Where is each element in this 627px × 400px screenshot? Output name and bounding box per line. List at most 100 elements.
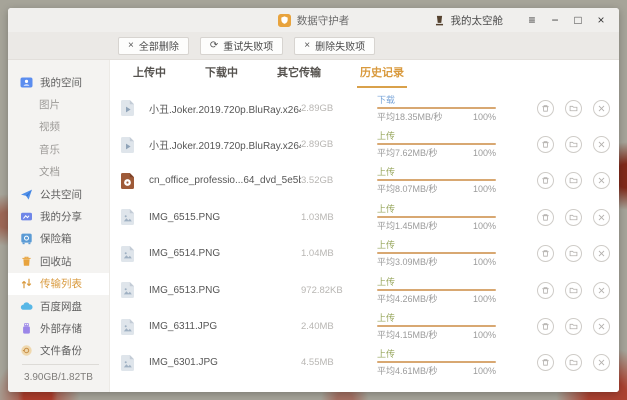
tab-下载中[interactable]: 下载中 bbox=[202, 59, 241, 88]
transfer-meta: 平均4.15MB/秒 100% bbox=[377, 330, 496, 340]
delete-record-button[interactable] bbox=[537, 136, 554, 153]
sidebar: 我的空间 图片 视频 音乐 文档 公共空间 我的分享 保险箱 回收站 传输列表 bbox=[8, 60, 110, 392]
tab-label: 其它传输 bbox=[277, 67, 321, 79]
file-size: 3.52GB bbox=[301, 175, 377, 186]
tab-其它传输[interactable]: 其它传输 bbox=[274, 59, 324, 88]
toolbar-button[interactable]: × 删除失败项 bbox=[294, 37, 375, 55]
transfer-tabs: 上传中 下载中 其它传输 历史记录 bbox=[110, 60, 619, 88]
progress-bar bbox=[377, 361, 496, 363]
average-speed: 平均7.62MB/秒 bbox=[377, 148, 438, 158]
toolbar-button-icon: × bbox=[304, 40, 310, 51]
transfer-status: 上传 平均4.61MB/秒 100% bbox=[377, 349, 496, 376]
transfer-meta: 平均4.26MB/秒 100% bbox=[377, 294, 496, 304]
sidebar-item-label: 传输列表 bbox=[40, 276, 82, 291]
delete-record-button[interactable] bbox=[537, 100, 554, 117]
progress-percent: 100% bbox=[473, 330, 496, 340]
maximize-button[interactable]: □ bbox=[570, 9, 586, 31]
toolbar-button[interactable]: × 全部删除 bbox=[118, 37, 189, 55]
remove-button[interactable] bbox=[593, 354, 610, 371]
transfer-direction: 上传 bbox=[377, 131, 496, 141]
sidebar-item-safe-box[interactable]: 保险箱 bbox=[8, 228, 109, 250]
average-speed: 平均1.45MB/秒 bbox=[377, 221, 438, 231]
transfer-row[interactable]: IMG_6514.PNG 1.04MB 上传 平均3.09MB/秒 100% bbox=[110, 236, 619, 272]
file-size: 1.03MB bbox=[301, 212, 377, 223]
sidebar-item-file-backup[interactable]: 文件备份 bbox=[8, 340, 109, 362]
tab-上传中[interactable]: 上传中 bbox=[130, 59, 169, 88]
delete-record-button[interactable] bbox=[537, 245, 554, 262]
app-logo-icon bbox=[278, 14, 291, 27]
open-folder-button[interactable] bbox=[565, 209, 582, 226]
progress-percent: 100% bbox=[473, 148, 496, 158]
open-folder-button[interactable] bbox=[565, 172, 582, 189]
open-folder-button[interactable] bbox=[565, 100, 582, 117]
minimize-button[interactable]: − bbox=[547, 9, 563, 31]
tab-历史记录[interactable]: 历史记录 bbox=[357, 59, 407, 88]
menu-icon[interactable]: ≡ bbox=[524, 9, 540, 31]
account-entry[interactable]: 我的太空舱 bbox=[433, 13, 504, 28]
transfer-row[interactable]: IMG_6301.JPG 4.55MB 上传 平均4.61MB/秒 100% bbox=[110, 345, 619, 381]
delete-record-button[interactable] bbox=[537, 209, 554, 226]
transfer-row[interactable]: IMG_6513.PNG 972.82KB 上传 平均4.26MB/秒 100% bbox=[110, 272, 619, 308]
my-share-icon bbox=[20, 210, 33, 223]
sidebar-bottom: 3.90GB/1.82TB bbox=[8, 364, 109, 392]
open-folder-button[interactable] bbox=[565, 318, 582, 335]
transfer-row[interactable]: IMG_6515.PNG 1.03MB 上传 平均1.45MB/秒 100% bbox=[110, 199, 619, 235]
sidebar-item-transfer-list[interactable]: 传输列表 bbox=[8, 273, 109, 295]
sidebar-item-baidu-netdisk[interactable]: 百度网盘 bbox=[8, 295, 109, 317]
remove-button[interactable] bbox=[593, 100, 610, 117]
transfer-status: 上传 平均3.09MB/秒 100% bbox=[377, 240, 496, 267]
sidebar-item-图片[interactable]: 图片 bbox=[8, 93, 109, 115]
transfer-row[interactable]: cn_office_professio...64_dvd_5e5be643.is… bbox=[110, 163, 619, 199]
delete-record-button[interactable] bbox=[537, 172, 554, 189]
title-bar: 数据守护者 我的太空舱 ≡ − □ × bbox=[8, 8, 619, 32]
sidebar-item-public-space[interactable]: 公共空间 bbox=[8, 183, 109, 205]
transfer-meta: 平均18.35MB/秒 100% bbox=[377, 112, 496, 122]
remove-button[interactable] bbox=[593, 136, 610, 153]
average-speed: 平均18.35MB/秒 bbox=[377, 112, 443, 122]
sidebar-item-external-storage[interactable]: 外部存储 bbox=[8, 317, 109, 339]
sidebar-item-音乐[interactable]: 音乐 bbox=[8, 138, 109, 160]
close-button[interactable]: × bbox=[593, 9, 609, 31]
delete-record-button[interactable] bbox=[537, 318, 554, 335]
sidebar-item-my-space[interactable]: 我的空间 bbox=[8, 71, 109, 93]
sidebar-items: 我的空间 图片 视频 音乐 文档 公共空间 我的分享 保险箱 回收站 传输列表 bbox=[8, 71, 109, 362]
safe-box-icon bbox=[20, 232, 33, 245]
progress-percent: 100% bbox=[473, 257, 496, 267]
video-file-icon bbox=[120, 99, 136, 117]
remove-button[interactable] bbox=[593, 172, 610, 189]
remove-button[interactable] bbox=[593, 209, 610, 226]
sidebar-item-视频[interactable]: 视频 bbox=[8, 116, 109, 138]
remove-button[interactable] bbox=[593, 245, 610, 262]
toolbar-button[interactable]: ⟳ 重试失败项 bbox=[200, 37, 283, 55]
sidebar-item-recycle-bin[interactable]: 回收站 bbox=[8, 250, 109, 272]
open-folder-button[interactable] bbox=[565, 136, 582, 153]
sidebar-item-文档[interactable]: 文档 bbox=[8, 161, 109, 183]
transfer-row[interactable]: IMG_6311.JPG 2.40MB 上传 平均4.15MB/秒 100% bbox=[110, 308, 619, 344]
file-size: 972.82KB bbox=[301, 285, 377, 296]
sidebar-item-label: 文档 bbox=[39, 164, 60, 179]
my-space-icon bbox=[20, 76, 33, 89]
image-file-icon bbox=[120, 208, 136, 226]
file-name: IMG_6515.PNG bbox=[149, 212, 301, 223]
progress-percent: 100% bbox=[473, 221, 496, 231]
open-folder-button[interactable] bbox=[565, 282, 582, 299]
progress-bar bbox=[377, 179, 496, 181]
transfer-row[interactable]: 小丑.Joker.2019.720p.BluRay.x264.AC3.mkv 2… bbox=[110, 126, 619, 162]
progress-bar bbox=[377, 325, 496, 327]
transfer-meta: 平均1.45MB/秒 100% bbox=[377, 221, 496, 231]
transfer-row[interactable]: 小丑.Joker.2019.720p.BluRay.x264.AC3.mkv 2… bbox=[110, 90, 619, 126]
transfer-toolbar: × 全部删除 ⟳ 重试失败项 × 删除失败项 bbox=[8, 32, 619, 60]
tab-label: 历史记录 bbox=[360, 67, 404, 79]
sidebar-item-my-share[interactable]: 我的分享 bbox=[8, 205, 109, 227]
delete-record-button[interactable] bbox=[537, 354, 554, 371]
progress-percent: 100% bbox=[473, 184, 496, 194]
row-actions bbox=[537, 136, 619, 153]
progress-bar bbox=[377, 216, 496, 218]
remove-button[interactable] bbox=[593, 282, 610, 299]
open-folder-button[interactable] bbox=[565, 245, 582, 262]
transfer-list-icon bbox=[20, 277, 33, 290]
delete-record-button[interactable] bbox=[537, 282, 554, 299]
tab-label: 下载中 bbox=[205, 67, 238, 79]
open-folder-button[interactable] bbox=[565, 354, 582, 371]
remove-button[interactable] bbox=[593, 318, 610, 335]
